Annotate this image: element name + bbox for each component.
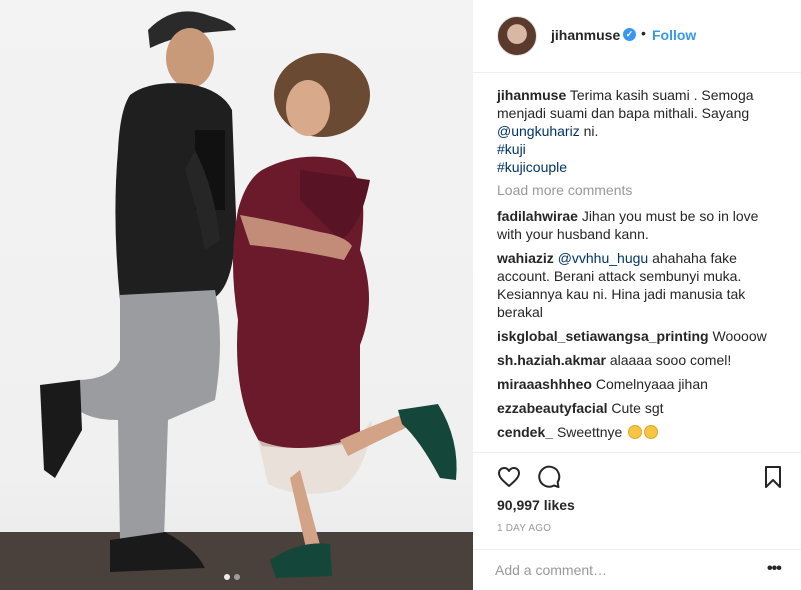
add-comment-input[interactable] bbox=[495, 560, 745, 580]
more-options-icon[interactable]: ••• bbox=[767, 560, 782, 578]
carousel-dot bbox=[234, 574, 240, 580]
comment-username[interactable]: miraaashhheo bbox=[497, 376, 592, 392]
comment-username[interactable]: ezzabeautyfacial bbox=[497, 400, 608, 416]
verified-badge-icon: ✓ bbox=[623, 28, 636, 41]
caption-username[interactable]: jihanmuse bbox=[497, 87, 566, 103]
man-figure bbox=[40, 11, 236, 572]
comment-text: alaaaa sooo comel! bbox=[609, 352, 732, 368]
comment-username[interactable]: cendek_ bbox=[497, 424, 553, 440]
comment: miraaashhheo Comelnyaaa jihan bbox=[497, 375, 787, 393]
hashtag-link[interactable]: #kuji bbox=[497, 140, 787, 158]
comment: sh.haziah.akmar alaaaa sooo comel! bbox=[497, 351, 787, 369]
carousel-indicator bbox=[224, 574, 240, 580]
likes-count[interactable]: 90,997 likes bbox=[497, 497, 575, 513]
comment-icon[interactable] bbox=[537, 465, 561, 489]
comment: cendek_ Sweettnye bbox=[497, 423, 787, 441]
post-panel: jihanmuse ✓ • Follow jihanmuse Terima ka… bbox=[473, 0, 801, 590]
caption-text-line1: Terima kasih suami . Semoga bbox=[569, 87, 754, 103]
follow-button[interactable]: Follow bbox=[652, 27, 696, 43]
hashtag-link[interactable]: #kujicouple bbox=[497, 158, 787, 176]
comment: fadilahwirae Jihan you must be so in lov… bbox=[497, 207, 787, 243]
caption-mention-suffix: ni. bbox=[579, 123, 599, 139]
comment-text: Comelnyaaa jihan bbox=[595, 376, 708, 392]
bookmark-icon[interactable] bbox=[763, 465, 783, 489]
post-photo[interactable] bbox=[0, 0, 473, 590]
header-username[interactable]: jihanmuse bbox=[551, 27, 620, 43]
smiling-face-emoji-icon bbox=[644, 425, 659, 439]
comment: wahiaziz @vvhhu_hugu ahahaha fake accoun… bbox=[497, 249, 787, 321]
load-more-comments-button[interactable]: Load more comments bbox=[497, 181, 787, 199]
comment-username[interactable]: fadilahwirae bbox=[497, 208, 578, 224]
avatar[interactable] bbox=[497, 16, 537, 56]
carousel-dot-active bbox=[224, 574, 230, 580]
comments-list: jihanmuse Terima kasih suami . Semoga me… bbox=[497, 86, 787, 447]
post-actions: 90,997 likes 1 DAY AGO bbox=[473, 452, 801, 562]
comment-text: Woooow bbox=[712, 328, 767, 344]
woman-figure bbox=[233, 53, 457, 578]
caption-text-line2: menjadi suami dan bapa mithali. Sayang bbox=[497, 105, 750, 121]
caption-mention[interactable]: @ungkuhariz bbox=[497, 123, 580, 139]
comment-username[interactable]: iskglobal_setiawangsa_printing bbox=[497, 328, 709, 344]
comment: iskglobal_setiawangsa_printing Woooow bbox=[497, 327, 787, 345]
smiling-face-emoji-icon bbox=[628, 425, 643, 439]
comment-username[interactable]: sh.haziah.akmar bbox=[497, 352, 606, 368]
post-timestamp[interactable]: 1 DAY AGO bbox=[497, 523, 551, 534]
comment-username[interactable]: wahiaziz bbox=[497, 250, 554, 266]
heart-icon[interactable] bbox=[497, 465, 521, 489]
header-separator: • bbox=[641, 25, 646, 41]
photo-illustration bbox=[40, 11, 457, 578]
caption: jihanmuse Terima kasih suami . Semoga me… bbox=[497, 86, 787, 176]
comment-mention[interactable]: @vvhhu_hugu bbox=[558, 250, 649, 266]
comment: ezzabeautyfacial Cute sgt bbox=[497, 399, 787, 417]
comment-text: Cute sgt bbox=[611, 400, 664, 416]
post-header: jihanmuse ✓ • Follow bbox=[473, 0, 801, 73]
comment-text: Sweettnye bbox=[556, 424, 623, 440]
add-comment-bar: ••• bbox=[473, 549, 801, 590]
